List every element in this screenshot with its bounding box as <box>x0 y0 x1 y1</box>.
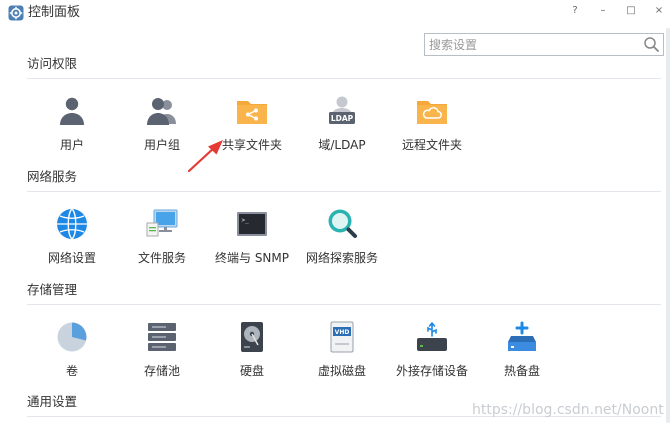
item-hard-disk[interactable]: 硬盘 <box>207 321 297 401</box>
storage-pool-icon <box>148 323 176 351</box>
ldap-icon: LDAP <box>329 96 355 124</box>
discovery-icon <box>328 209 357 238</box>
window-title: 控制面板 <box>28 5 81 20</box>
external-storage-icon <box>417 322 447 351</box>
control-panel-icon <box>8 5 24 21</box>
item-label: 热备盘 <box>503 364 540 378</box>
item-network-discovery[interactable]: 网络探索服务 <box>297 208 387 288</box>
terminal-icon: >_ <box>237 212 267 236</box>
item-remote-folder[interactable]: 远程文件夹 <box>387 95 477 175</box>
vertical-scrollbar[interactable] <box>666 28 670 423</box>
section-title-general: 通用设置 <box>27 394 78 409</box>
globe-icon <box>57 208 87 240</box>
item-users[interactable]: 用户 <box>27 95 117 175</box>
file-service-icon <box>146 209 178 237</box>
user-icon <box>60 97 84 125</box>
hot-spare-icon <box>508 321 536 351</box>
item-label: 网络探索服务 <box>305 251 378 265</box>
divider <box>27 304 661 305</box>
user-group-icon <box>147 98 176 125</box>
item-file-service[interactable]: 文件服务 <box>117 208 207 288</box>
volume-icon <box>57 322 87 352</box>
item-virtual-disk[interactable]: VHD 虚拟磁盘 <box>297 321 387 401</box>
item-external-storage[interactable]: 外接存储设备 <box>387 321 477 401</box>
ldap-badge-text: LDAP <box>331 114 354 123</box>
hard-disk-icon <box>241 322 263 352</box>
item-volume[interactable]: 卷 <box>27 321 117 401</box>
annotation-arrow-icon <box>187 140 223 173</box>
vhd-badge-text: VHD <box>335 329 350 336</box>
close-button[interactable]: × <box>648 2 670 20</box>
virtual-disk-icon: VHD <box>330 321 354 353</box>
item-storage-pool[interactable]: 存储池 <box>117 321 207 401</box>
search-box[interactable] <box>424 33 664 56</box>
watermark: https://blog.csdn.net/Noont <box>472 402 664 418</box>
item-label: 远程文件夹 <box>401 138 462 152</box>
search-icon[interactable] <box>643 36 660 53</box>
help-button[interactable]: ? <box>564 2 586 20</box>
remote-folder-icon <box>417 101 447 124</box>
title-bar: 控制面板 ? – □ × <box>0 0 671 26</box>
section-title-storage: 存储管理 <box>27 282 78 297</box>
section-title-access: 访问权限 <box>27 56 78 71</box>
item-hot-spare[interactable]: 热备盘 <box>477 321 567 401</box>
item-network-settings[interactable]: 网络设置 <box>27 208 117 288</box>
divider <box>27 78 661 79</box>
shared-folder-icon <box>237 101 267 124</box>
divider <box>27 191 661 192</box>
item-terminal-snmp[interactable]: >_ 终端与 SNMP <box>207 208 297 288</box>
minimize-button[interactable]: – <box>592 2 614 20</box>
search-input[interactable] <box>429 36 639 53</box>
item-domain-ldap[interactable]: LDAP 域/LDAP <box>297 95 387 175</box>
terminal-badge-text: >_ <box>242 217 250 224</box>
maximize-button[interactable]: □ <box>620 2 642 20</box>
section-title-network: 网络服务 <box>27 169 78 184</box>
